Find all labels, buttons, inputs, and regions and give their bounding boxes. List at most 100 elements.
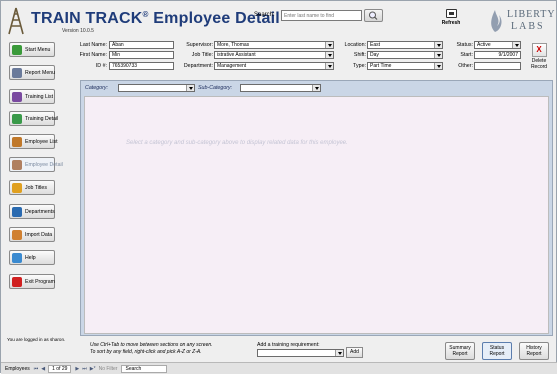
- nav-button-job-titles[interactable]: Job Titles: [9, 180, 55, 195]
- shift-combo[interactable]: Day: [367, 51, 443, 59]
- first-record-icon[interactable]: ⏮: [34, 366, 39, 372]
- nav-button-report-menu[interactable]: Report Menu: [9, 65, 55, 80]
- start-menu-icon: [12, 44, 22, 55]
- chevron-down-icon[interactable]: [325, 42, 333, 48]
- id-field[interactable]: 765390733: [109, 62, 174, 70]
- help-icon: [12, 252, 22, 263]
- subcategory-label: Sub-Category:: [198, 85, 233, 91]
- nav-button-departments[interactable]: Departments: [9, 204, 55, 219]
- new-record-icon[interactable]: ▶*: [90, 366, 96, 372]
- delete-record-button[interactable]: X Delete Record: [529, 43, 549, 75]
- nav-button-employee-list[interactable]: Employee List: [9, 134, 58, 149]
- status-report-button[interactable]: Status Report: [482, 342, 512, 360]
- add-requirement-button[interactable]: Add: [346, 347, 363, 358]
- refresh-icon: [445, 9, 457, 18]
- nav-button-label: Exit Program: [25, 278, 55, 285]
- chevron-down-icon[interactable]: [512, 42, 520, 48]
- job-titles-icon: [12, 182, 22, 193]
- category-label: Category:: [85, 85, 108, 91]
- nav-button-label: Start Menu: [25, 46, 51, 53]
- supervisor-label: Supervisor:: [186, 42, 213, 48]
- nav-button-employee-detail[interactable]: Employee Detail: [9, 157, 63, 172]
- chevron-down-icon[interactable]: [434, 63, 442, 69]
- import-data-icon: [12, 229, 22, 240]
- hint-line-2: To sort by any field, right-click and pi…: [90, 349, 202, 355]
- nav-button-label: Help: [25, 254, 36, 261]
- liberty-flame-icon: [491, 10, 502, 32]
- magnifier-icon: [369, 11, 378, 20]
- filter-status[interactable]: No Filter: [99, 366, 118, 372]
- nav-button-import-data[interactable]: Import Data: [9, 227, 55, 242]
- version-label: Version 10.0.5: [62, 28, 94, 34]
- nav-button-label: Departments: [25, 208, 55, 215]
- department-combo[interactable]: Management: [214, 62, 334, 70]
- department-label: Department:: [183, 63, 213, 69]
- report-menu-icon: [12, 67, 22, 78]
- refresh-button[interactable]: Refresh: [439, 9, 463, 34]
- next-record-icon[interactable]: ▶: [75, 366, 79, 372]
- nav-button-start-menu[interactable]: Start Menu: [9, 42, 55, 57]
- last-name-label: Last Name:: [79, 42, 107, 48]
- chevron-down-icon[interactable]: [325, 63, 333, 69]
- search-input[interactable]: [281, 10, 362, 21]
- previous-record-icon[interactable]: ◀: [41, 366, 45, 372]
- employee-data-area: [84, 96, 549, 334]
- record-navigator: Employees ⏮ ◀ 1 of 29 ▶ ⏭ ▶* No Filter S…: [1, 362, 557, 374]
- search-button[interactable]: [364, 9, 383, 22]
- chevron-down-icon[interactable]: [325, 52, 333, 58]
- liberty-labs-logo: LIBERTY LABS: [485, 8, 555, 35]
- job-title-combo[interactable]: istrative Assistant: [214, 51, 334, 59]
- logged-in-status: You are logged in as sharon.: [7, 337, 66, 342]
- nav-button-label: Employee Detail: [25, 161, 63, 168]
- nav-button-training-detail[interactable]: Training Detail: [9, 111, 58, 126]
- nav-button-exit-program[interactable]: Exit Program: [9, 274, 55, 289]
- last-record-icon[interactable]: ⏭: [82, 366, 87, 372]
- hint-line-1: Use Ctrl+Tab to move between sections on…: [90, 342, 213, 348]
- type-label: Type:: [353, 63, 366, 69]
- training-requirement-combo[interactable]: [257, 349, 344, 357]
- type-combo[interactable]: Part Time: [367, 62, 443, 70]
- first-name-field[interactable]: Min: [109, 51, 174, 59]
- record-position-field[interactable]: 1 of 29: [48, 364, 72, 373]
- last-name-field[interactable]: Aban: [109, 41, 174, 49]
- chevron-down-icon[interactable]: [335, 350, 343, 356]
- employee-detail-icon: [12, 159, 22, 170]
- training-requirement-label: Add a training requirement:: [257, 342, 320, 348]
- shift-label: Shift:: [353, 52, 366, 58]
- nav-button-training-list[interactable]: Training List: [9, 89, 55, 104]
- other-field[interactable]: [474, 62, 521, 70]
- location-label: Location:: [344, 42, 367, 48]
- chevron-down-icon[interactable]: [434, 42, 442, 48]
- job-title-label: Job Title:: [191, 52, 213, 58]
- nav-button-help[interactable]: Help: [9, 250, 55, 265]
- subcategory-combo[interactable]: [240, 84, 321, 92]
- chevron-down-icon[interactable]: [312, 85, 320, 91]
- summary-report-button[interactable]: Summary Report: [445, 342, 475, 360]
- search-label: Search:: [254, 12, 275, 18]
- chevron-down-icon[interactable]: [186, 85, 194, 91]
- id-label: ID #:: [95, 63, 107, 69]
- status-combo[interactable]: Active: [474, 41, 521, 49]
- exit-program-icon: [12, 276, 22, 287]
- status-label: Status:: [456, 42, 474, 48]
- first-name-label: First Name:: [79, 52, 107, 58]
- record-search-field[interactable]: Search: [121, 364, 168, 373]
- history-report-button[interactable]: History Report: [519, 342, 549, 360]
- nav-button-label: Job Titles: [25, 184, 47, 191]
- supervisor-combo[interactable]: More, Thomas: [214, 41, 334, 49]
- training-detail-icon: [12, 113, 22, 124]
- start-date-field[interactable]: 9/1/2007: [474, 51, 521, 59]
- employee-list-icon: [12, 136, 22, 147]
- record-source-label: Employees: [5, 365, 30, 372]
- nav-button-label: Training List: [25, 93, 54, 100]
- chevron-down-icon[interactable]: [434, 52, 442, 58]
- app-window: TRAIN TRACK® Employee Detail Version 10.…: [0, 0, 557, 374]
- category-combo[interactable]: [118, 84, 195, 92]
- nav-button-label: Report Menu: [25, 69, 55, 76]
- empty-state-message: Select a category and sub-category above…: [126, 140, 348, 146]
- nav-button-label: Employee List: [25, 138, 58, 145]
- start-label: Start:: [460, 52, 473, 58]
- app-title: TRAIN TRACK® Employee Detail: [31, 10, 280, 27]
- location-combo[interactable]: East: [367, 41, 443, 49]
- training-list-icon: [12, 91, 22, 102]
